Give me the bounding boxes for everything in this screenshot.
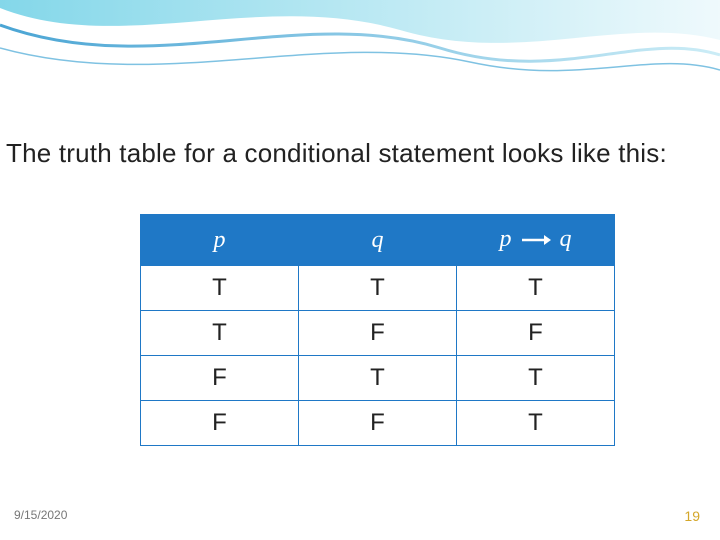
table-row: T F F xyxy=(141,311,615,356)
cell-pq: T xyxy=(457,356,615,401)
cell-q: T xyxy=(299,266,457,311)
cell-pq: F xyxy=(457,311,615,356)
cell-pq: T xyxy=(457,401,615,446)
footer-page-number: 19 xyxy=(684,508,700,524)
col-header-p-implies-q: p q xyxy=(457,215,615,266)
cell-p: T xyxy=(141,266,299,311)
table-row: F T T xyxy=(141,356,615,401)
cell-p: T xyxy=(141,311,299,356)
cell-q: T xyxy=(299,356,457,401)
cell-q: F xyxy=(299,311,457,356)
cell-pq: T xyxy=(457,266,615,311)
table-row: T T T xyxy=(141,266,615,311)
cell-p: F xyxy=(141,401,299,446)
table-row: F F T xyxy=(141,401,615,446)
cell-p: F xyxy=(141,356,299,401)
footer-date: 9/15/2020 xyxy=(14,508,67,522)
col-header-p: p xyxy=(141,215,299,266)
header-pq-right: q xyxy=(560,226,572,252)
cell-q: F xyxy=(299,401,457,446)
table-header-row: p q p q xyxy=(141,215,615,266)
slide-heading: The truth table for a conditional statem… xyxy=(6,138,714,169)
arrow-right-icon xyxy=(521,227,551,254)
truth-table: p q p q T T T xyxy=(140,214,615,446)
decorative-wave-banner xyxy=(0,0,720,95)
header-pq-left: p xyxy=(500,226,512,252)
col-header-q: q xyxy=(299,215,457,266)
slide: The truth table for a conditional statem… xyxy=(0,0,720,540)
